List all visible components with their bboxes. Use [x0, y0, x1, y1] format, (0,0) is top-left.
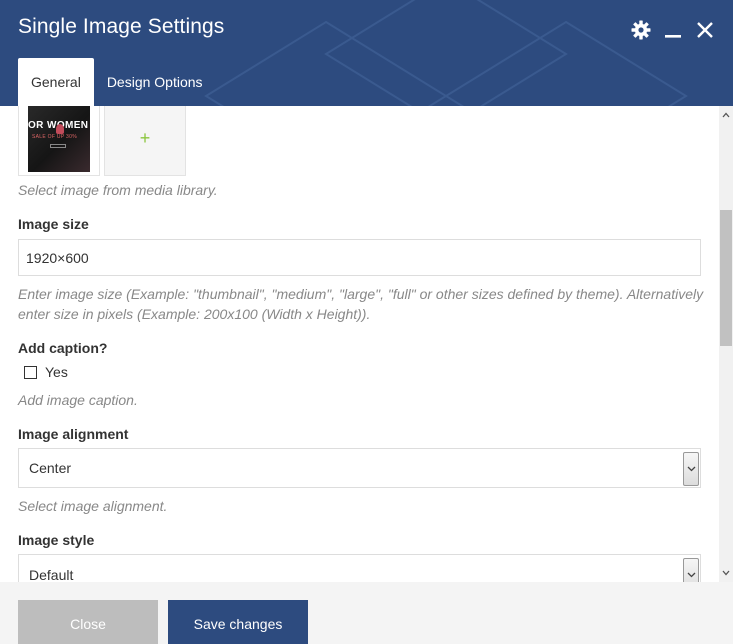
thumbnail-subtext: SALE OF UP 30%: [32, 134, 77, 140]
modal-header: Single Image Settings General Design Opt…: [0, 0, 733, 106]
alignment-dropdown-arrow[interactable]: [683, 452, 699, 486]
scroll-thumb[interactable]: [720, 210, 732, 346]
style-value: Default: [29, 567, 74, 582]
image-preview: OR WOMEN SALE OF UP 30%: [28, 106, 90, 172]
image-hint: Select image from media library.: [18, 182, 218, 198]
alignment-hint: Select image alignment.: [18, 498, 168, 514]
close-modal-button[interactable]: [695, 19, 715, 41]
caption-label: Add caption?: [18, 340, 108, 356]
chevron-down-icon: [722, 570, 730, 576]
chevron-up-icon: [722, 112, 730, 118]
tab-bar: General Design Options: [18, 58, 216, 106]
modal-title: Single Image Settings: [18, 15, 225, 38]
tab-general[interactable]: General: [18, 58, 94, 106]
caption-option: Yes: [24, 364, 68, 380]
tab-design-options[interactable]: Design Options: [94, 58, 216, 106]
selected-image-thumbnail[interactable]: OR WOMEN SALE OF UP 30%: [18, 106, 100, 176]
image-size-label: Image size: [18, 216, 89, 232]
thumbnail-button-shape: [50, 144, 66, 148]
caption-checkbox[interactable]: [24, 365, 37, 379]
style-label: Image style: [18, 532, 95, 548]
image-picker: OR WOMEN SALE OF UP 30% +: [18, 106, 186, 176]
image-size-hint-line2: enter size in pixels (Example: 200x100 (…: [18, 306, 371, 322]
style-dropdown-arrow[interactable]: [683, 558, 699, 582]
caption-hint: Add image caption.: [18, 392, 138, 408]
caption-option-label: Yes: [45, 364, 68, 380]
minimize-button[interactable]: [663, 19, 683, 41]
image-size-hint-line1: Enter image size (Example: "thumbnail", …: [18, 286, 704, 302]
minimize-icon: [665, 35, 681, 38]
close-button[interactable]: Close: [18, 600, 158, 644]
header-controls: [631, 19, 715, 41]
settings-button[interactable]: [631, 19, 651, 41]
alignment-label: Image alignment: [18, 426, 129, 442]
save-changes-button[interactable]: Save changes: [168, 600, 308, 644]
alignment-select[interactable]: Center: [18, 448, 701, 488]
thumbnail-figure: [56, 124, 64, 134]
add-image-button[interactable]: +: [104, 106, 186, 176]
settings-panel: OR WOMEN SALE OF UP 30% + Select image f…: [0, 106, 719, 582]
scroll-up-button[interactable]: [719, 108, 733, 122]
chevron-down-icon: [687, 572, 695, 578]
chevron-down-icon: [687, 466, 695, 472]
scroll-down-button[interactable]: [719, 566, 733, 580]
header-decoration: [204, 0, 688, 106]
gear-icon: [631, 20, 651, 40]
modal-footer: Close Save changes: [0, 582, 733, 644]
image-size-input[interactable]: [18, 239, 701, 276]
style-select[interactable]: Default: [18, 554, 701, 582]
panel-scrollbar[interactable]: [719, 106, 733, 582]
close-icon: [697, 22, 713, 38]
alignment-value: Center: [29, 460, 72, 476]
